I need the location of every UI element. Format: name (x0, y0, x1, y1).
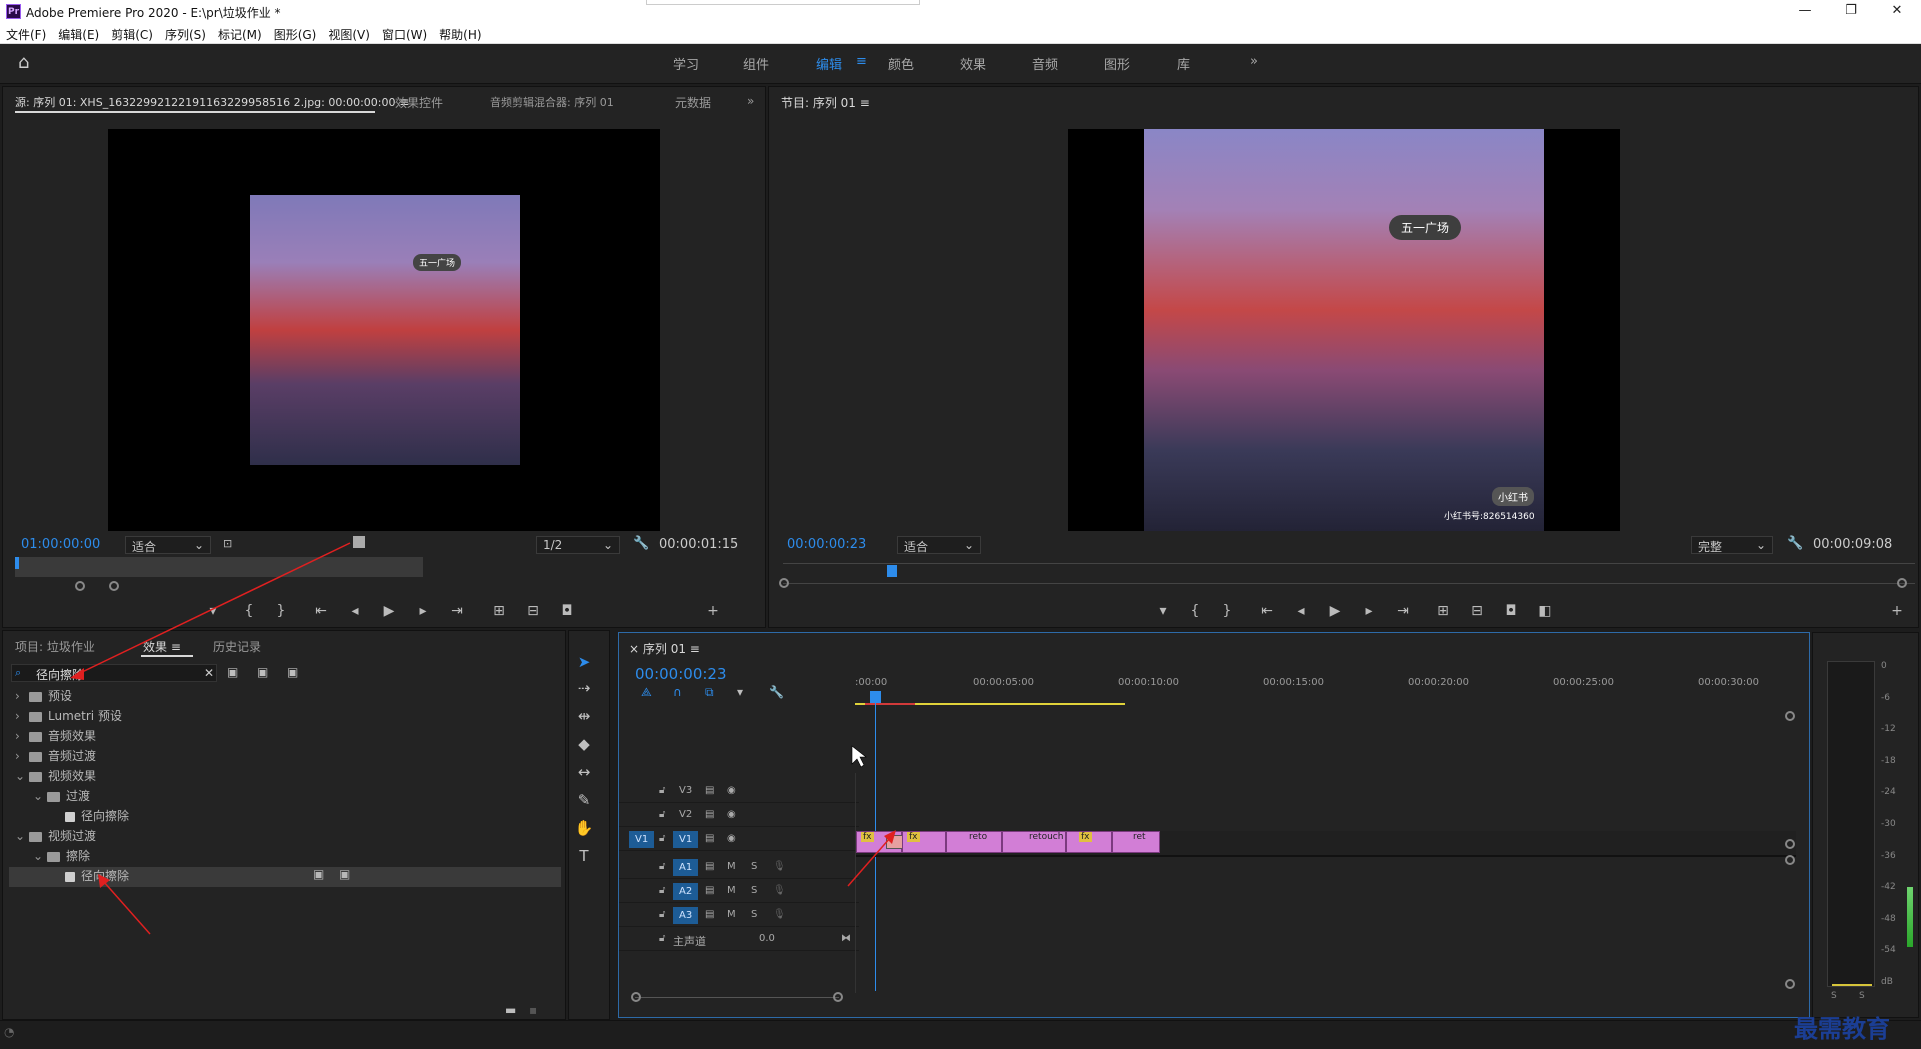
annotation-arrow (847, 837, 891, 887)
annotation-arrows (70, 542, 896, 935)
arrow-head (70, 668, 84, 680)
annotation-arrow (103, 881, 151, 935)
mouse-cursor-icon (851, 745, 867, 768)
annotation-arrow (77, 542, 351, 675)
